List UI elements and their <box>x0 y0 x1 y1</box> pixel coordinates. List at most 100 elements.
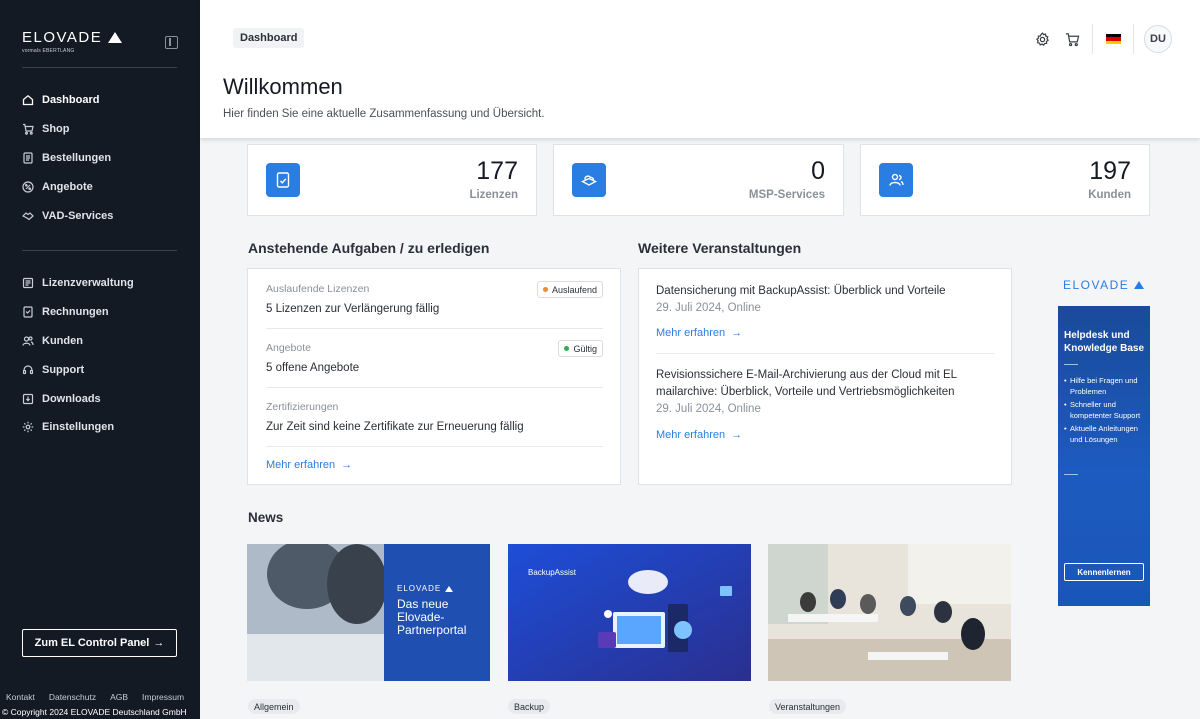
sidebar-item-support[interactable]: Support <box>22 355 182 384</box>
events-title: Weitere Veranstaltungen <box>638 240 802 256</box>
status-dot <box>542 287 548 292</box>
ad-heading-line: Helpdesk und <box>1064 330 1130 341</box>
tasks-more-link[interactable]: Mehr erfahren → <box>266 459 352 471</box>
sidebar-item-bestellungen[interactable]: Bestellungen <box>22 144 182 173</box>
news-tag-allgemein[interactable]: Allgemein <box>248 699 300 714</box>
news-headline: Das neue Elovade- Partnerportal <box>397 598 466 637</box>
sidebar-item-einstellungen[interactable]: Einstellungen <box>22 413 182 442</box>
sidebar-divider <box>22 250 177 251</box>
helpdesk-ad-banner[interactable]: Helpdesk und Knowledge Base Hilfe bei Fr… <box>1058 306 1150 606</box>
news-image-partnerportal[interactable]: ELOVADE Das neue Elovade- Partnerportal <box>247 544 490 681</box>
offer-icon <box>22 181 34 193</box>
news-image-backup[interactable]: BackupAssist <box>508 544 751 681</box>
stat-card-msp-services[interactable]: 0 MSP-Services <box>553 144 844 216</box>
cart-icon[interactable] <box>1057 24 1087 54</box>
status-badge: Gültig <box>558 340 603 357</box>
sidebar-item-label: Rechnungen <box>42 306 109 319</box>
badge-label: Gültig <box>573 343 597 354</box>
sidebar-item-angebote[interactable]: Angebote <box>22 172 182 201</box>
ad-divider <box>1064 364 1078 365</box>
task-item[interactable]: Angebote 5 offene Angebote Gültig <box>266 340 603 374</box>
sidebar-item-vad-services[interactable]: VAD-Services <box>22 201 182 230</box>
footer-link-agb[interactable]: AGB <box>110 692 128 702</box>
breadcrumb[interactable]: Dashboard <box>233 28 305 48</box>
news-title: News <box>248 510 284 525</box>
ad-kennenlernen-button[interactable]: Kennenlernen <box>1064 563 1144 581</box>
customers-icon <box>879 163 913 197</box>
task-value: Zur Zeit sind keine Zertifikate zur Erne… <box>266 421 524 433</box>
news-image-veranstaltungen[interactable] <box>768 544 1011 681</box>
event-more-link[interactable]: Mehr erfahren → <box>656 327 742 339</box>
news-image-graphic <box>768 544 1011 681</box>
invoice-icon <box>22 306 34 318</box>
event-item[interactable]: Revisionssichere E-Mail-Archivierung aus… <box>656 367 1001 418</box>
arrow-right-icon: → <box>731 327 743 339</box>
footer-link-kontakt[interactable]: Kontakt <box>6 692 35 702</box>
sidebar-item-kunden[interactable]: Kunden <box>22 327 182 356</box>
sidebar-item-dashboard[interactable]: Dashboard <box>22 86 182 115</box>
home-icon <box>22 94 34 106</box>
stat-label: MSP-Services <box>748 189 825 201</box>
event-title: Revisionssichere E-Mail-Archivierung aus… <box>656 369 958 381</box>
sidebar-item-label: Bestellungen <box>42 151 112 164</box>
news-tag-veranstaltungen[interactable]: Veranstaltungen <box>769 699 847 714</box>
footer-link-datenschutz[interactable]: Datenschutz <box>49 692 96 702</box>
stat-card-lizenzen[interactable]: 177 Lizenzen <box>247 144 537 216</box>
user-avatar[interactable]: DU <box>1144 25 1172 53</box>
footer-link-impressum[interactable]: Impressum <box>142 692 184 702</box>
sidebar-item-shop[interactable]: Shop <box>22 115 182 144</box>
sidebar-item-lizenzverwaltung[interactable]: Lizenzverwaltung <box>22 269 182 298</box>
sidebar-nav-main: Dashboard Shop Bestellungen Angebote VAD… <box>22 86 182 230</box>
task-item[interactable]: Auslaufende Lizenzen 5 Lizenzen zur Verl… <box>266 281 603 315</box>
event-date: 29. Juli 2024, Online <box>656 403 761 415</box>
event-more-link[interactable]: Mehr erfahren → <box>656 429 742 441</box>
tasks-card: Auslaufende Lizenzen 5 Lizenzen zur Verl… <box>247 268 621 485</box>
ad-heading-line: Knowledge Base <box>1064 343 1145 354</box>
stat-value: 0 <box>811 157 825 185</box>
language-flag-de-icon[interactable] <box>1098 24 1128 54</box>
sidebar-item-label: Einstellungen <box>42 421 115 434</box>
more-link-label: Mehr erfahren <box>656 429 726 441</box>
ad-logo: ELOVADE <box>1063 278 1145 292</box>
news-headline-line: Partnerportal <box>397 623 467 637</box>
settings-gear-icon[interactable] <box>1027 24 1057 54</box>
more-link-label: Mehr erfahren <box>266 459 336 471</box>
license-icon <box>22 277 34 289</box>
news-tag-backup[interactable]: Backup <box>508 699 551 714</box>
support-icon <box>22 364 34 376</box>
ad-logo-text: ELOVADE <box>1063 278 1130 292</box>
license-doc-icon <box>266 163 300 197</box>
sidebar-item-downloads[interactable]: Downloads <box>22 384 182 413</box>
badge-label: Auslaufend <box>551 284 597 295</box>
sidebar-nav-secondary: Lizenzverwaltung Rechnungen Kunden Suppo… <box>22 269 182 442</box>
stat-label: Lizenzen <box>469 189 518 201</box>
sidebar-item-rechnungen[interactable]: Rechnungen <box>22 298 182 327</box>
sidebar-item-label: VAD-Services <box>42 209 114 222</box>
logo-subtitle: vormals EBERTLANG <box>22 48 75 54</box>
header-actions: DU <box>1027 24 1172 54</box>
elovade-logo[interactable]: ELOVADE vormals EBERTLANG <box>22 29 123 54</box>
download-icon <box>22 393 34 405</box>
stat-value: 197 <box>1089 157 1131 185</box>
header-divider <box>1092 24 1093 54</box>
task-value: 5 offene Angebote <box>266 362 360 374</box>
news-image-graphic <box>508 544 751 681</box>
sidebar-item-label: Downloads <box>42 392 101 405</box>
more-link-label: Mehr erfahren <box>656 327 726 339</box>
arrow-right-icon: → <box>153 637 165 649</box>
page-subtitle: Hier finden Sie eine aktuelle Zusammenfa… <box>223 108 545 120</box>
tasks-title: Anstehende Aufgaben / zu erledigen <box>248 240 490 256</box>
copyright: © Copyright 2024 ELOVADE Deutschland Gmb… <box>2 707 187 717</box>
sidebar-divider <box>22 67 177 68</box>
stat-card-kunden[interactable]: 197 Kunden <box>860 144 1150 216</box>
sidebar-item-label: Kunden <box>42 334 83 347</box>
control-panel-button[interactable]: Zum EL Control Panel → <box>22 629 177 657</box>
collapse-sidebar-icon[interactable] <box>165 36 178 49</box>
sidebar-item-label: Shop <box>42 123 70 136</box>
event-item[interactable]: Datensicherung mit BackupAssist: Überbli… <box>656 283 996 317</box>
event-title: mailarchive: Überblick, Vorteile und Ver… <box>656 386 955 398</box>
list-icon <box>22 152 34 164</box>
logo-triangle-icon <box>108 32 123 43</box>
task-divider <box>266 328 603 329</box>
task-item[interactable]: Zertifizierungen Zur Zeit sind keine Zer… <box>266 401 603 433</box>
